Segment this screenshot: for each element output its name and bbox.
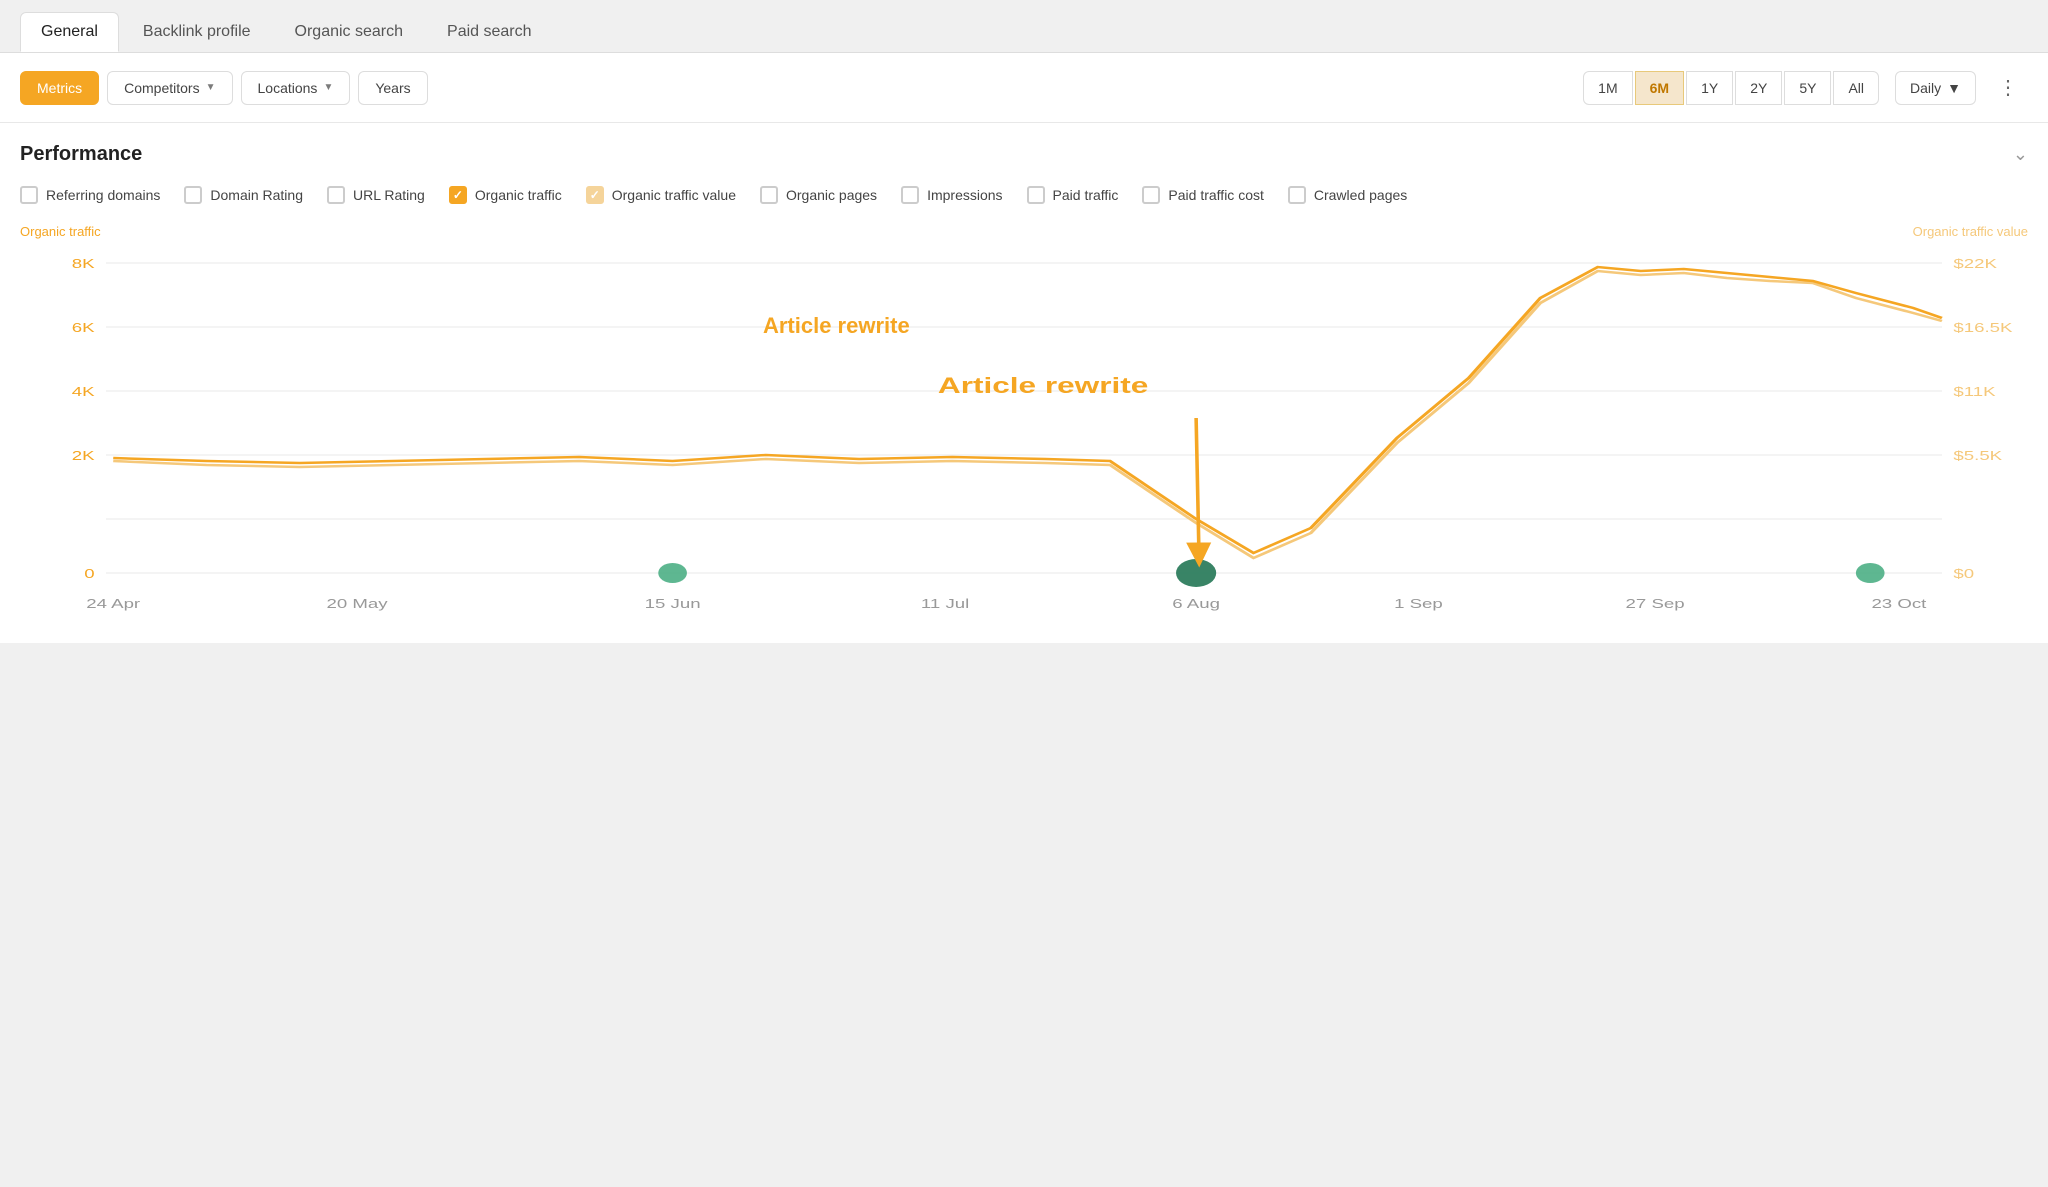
tab-general[interactable]: General: [20, 12, 119, 52]
checkbox-organic-traffic[interactable]: ✓ Organic traffic: [449, 182, 562, 208]
chart-area: Organic traffic Organic traffic value Ar…: [0, 224, 2048, 643]
checkbox-box: [901, 186, 919, 204]
check-icon: ✓: [453, 188, 463, 202]
checkbox-organic-pages[interactable]: Organic pages: [760, 182, 877, 208]
locations-button[interactable]: Locations ▼: [241, 71, 351, 105]
svg-text:20 May: 20 May: [326, 597, 387, 612]
top-nav: General Backlink profile Organic search …: [0, 0, 2048, 53]
svg-text:$22K: $22K: [1953, 257, 1997, 272]
main-content: Metrics Competitors ▼ Locations ▼ Years …: [0, 53, 2048, 643]
section-header: Performance ⌄: [20, 143, 2028, 166]
checkbox-crawled-pages[interactable]: Crawled pages: [1288, 182, 1407, 208]
svg-text:4K: 4K: [72, 385, 95, 400]
metrics-button[interactable]: Metrics: [20, 71, 99, 105]
performance-section: Performance ⌄ Referring domains Domain R…: [0, 123, 2048, 208]
checkboxes-grid: Referring domains Domain Rating URL Rati…: [20, 182, 2028, 208]
svg-text:$0: $0: [1953, 567, 1974, 582]
svg-text:15 Jun: 15 Jun: [645, 597, 701, 612]
checkbox-box: [1027, 186, 1045, 204]
chevron-down-icon: ▼: [323, 82, 333, 93]
checkbox-box: [1142, 186, 1160, 204]
competitors-button[interactable]: Competitors ▼: [107, 71, 232, 105]
checkbox-paid-traffic-cost[interactable]: Paid traffic cost: [1142, 182, 1263, 208]
chart-container: Article rewrite 8K 6K 4K 2K 0: [20, 243, 2028, 623]
time-1y[interactable]: 1Y: [1686, 71, 1733, 105]
filter-bar: Metrics Competitors ▼ Locations ▼ Years …: [0, 53, 2048, 123]
checkbox-box: [20, 186, 38, 204]
checkbox-box: [184, 186, 202, 204]
svg-text:2K: 2K: [72, 449, 95, 464]
tab-organic[interactable]: Organic search: [275, 13, 424, 51]
chevron-down-icon: ▼: [206, 82, 216, 93]
chart-right-label: Organic traffic value: [1913, 224, 2028, 239]
daily-button[interactable]: Daily ▼: [1895, 71, 1976, 105]
more-options-button[interactable]: ⋮: [1988, 67, 2028, 108]
svg-text:23 Oct: 23 Oct: [1871, 597, 1927, 612]
collapse-button[interactable]: ⌄: [2013, 144, 2028, 165]
checkbox-box-checked: ✓: [449, 186, 467, 204]
tab-backlink[interactable]: Backlink profile: [123, 13, 271, 51]
checkbox-domain-rating[interactable]: Domain Rating: [184, 182, 303, 208]
chevron-down-icon: ▼: [1947, 80, 1961, 96]
section-title: Performance: [20, 143, 142, 166]
svg-text:6 Aug: 6 Aug: [1172, 597, 1220, 612]
checkbox-impressions[interactable]: Impressions: [901, 182, 1002, 208]
svg-text:6K: 6K: [72, 321, 95, 336]
checkbox-box: [327, 186, 345, 204]
checkbox-organic-traffic-value[interactable]: ✓ Organic traffic value: [586, 182, 736, 208]
checkbox-url-rating[interactable]: URL Rating: [327, 182, 425, 208]
tab-paid[interactable]: Paid search: [427, 13, 552, 51]
time-range-group: 1M 6M 1Y 2Y 5Y All: [1583, 71, 1879, 105]
svg-text:$5.5K: $5.5K: [1953, 449, 2002, 464]
check-icon: ✓: [590, 188, 600, 202]
checkbox-box: [1288, 186, 1306, 204]
svg-text:8K: 8K: [72, 257, 95, 272]
chart-svg: 8K 6K 4K 2K 0 $22K $16.5K $11K $5.5K $0: [20, 243, 2028, 623]
svg-text:$16.5K: $16.5K: [1953, 321, 2012, 336]
svg-text:Article rewrite: Article rewrite: [938, 373, 1148, 398]
svg-text:$11K: $11K: [1953, 385, 1995, 400]
svg-text:0: 0: [84, 567, 94, 582]
years-button[interactable]: Years: [358, 71, 427, 105]
svg-text:1 Sep: 1 Sep: [1394, 597, 1443, 612]
time-5y[interactable]: 5Y: [1784, 71, 1831, 105]
checkbox-referring-domains[interactable]: Referring domains: [20, 182, 160, 208]
svg-text:24 Apr: 24 Apr: [86, 597, 141, 612]
checkbox-paid-traffic[interactable]: Paid traffic: [1027, 182, 1119, 208]
checkbox-box-checked-light: ✓: [586, 186, 604, 204]
checkbox-box: [760, 186, 778, 204]
time-all[interactable]: All: [1833, 71, 1879, 105]
svg-text:27 Sep: 27 Sep: [1626, 597, 1685, 612]
time-1m[interactable]: 1M: [1583, 71, 1632, 105]
chart-left-label: Organic traffic: [20, 224, 101, 239]
time-2y[interactable]: 2Y: [1735, 71, 1782, 105]
chart-labels-row: Organic traffic Organic traffic value: [20, 224, 2028, 239]
app-wrapper: General Backlink profile Organic search …: [0, 0, 2048, 1187]
svg-text:11 Jul: 11 Jul: [921, 597, 969, 612]
time-6m[interactable]: 6M: [1635, 71, 1684, 105]
